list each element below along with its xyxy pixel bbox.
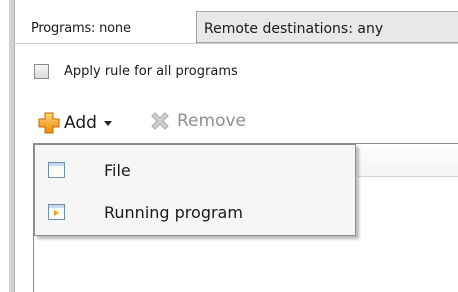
tabstrip-divider [14, 43, 458, 44]
programs-label: Programs: none [31, 21, 131, 36]
apply-all-programs-label[interactable]: Apply rule for all programs [64, 64, 238, 79]
add-button-label: Add [64, 113, 97, 133]
chevron-down-icon [103, 120, 112, 126]
add-dropdown-menu: File Running program [34, 144, 356, 236]
running-program-icon [48, 204, 65, 220]
remove-button[interactable]: Remove [148, 109, 246, 133]
apply-all-programs-checkbox[interactable] [34, 64, 49, 79]
menu-item-file-label: File [104, 160, 131, 180]
file-icon [48, 162, 65, 178]
menu-item-running-program-label: Running program [104, 202, 243, 222]
list-column-header[interactable] [358, 144, 458, 177]
plus-icon [38, 112, 60, 134]
tab-remote-destinations[interactable]: Remote destinations: any [196, 11, 458, 43]
remove-button-label: Remove [177, 111, 246, 131]
apply-all-programs-option[interactable]: Apply rule for all programs [34, 64, 238, 79]
menu-item-file[interactable]: File [35, 151, 355, 189]
remove-x-icon [151, 112, 169, 130]
menu-item-running-program[interactable]: Running program [35, 193, 355, 231]
add-dropdown-button[interactable]: Add [33, 105, 146, 141]
